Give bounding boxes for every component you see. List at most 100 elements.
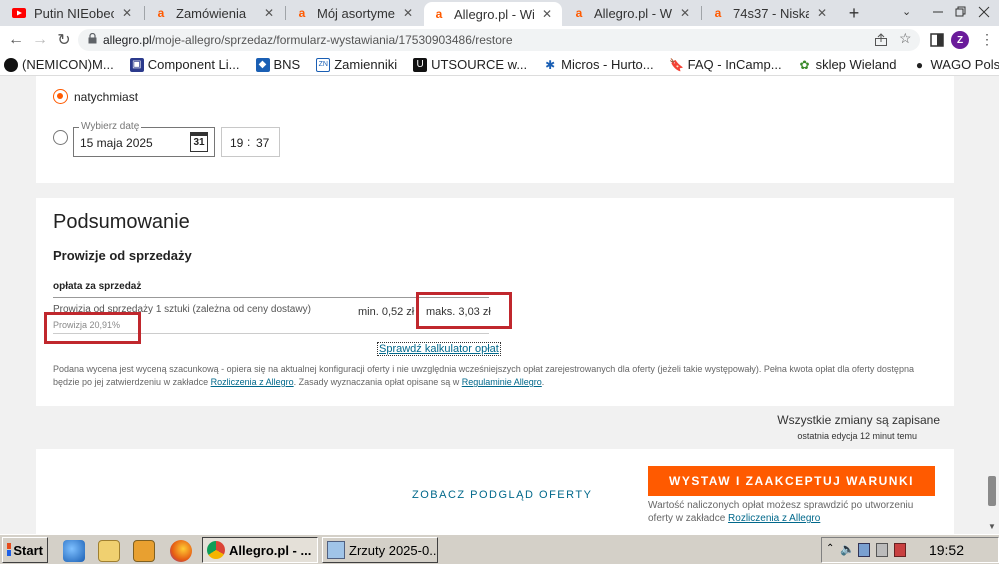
kebab-menu-icon[interactable]: ⋮ — [980, 31, 994, 47]
taskbar-window-1[interactable]: Zrzuty 2025-0... — [322, 537, 438, 563]
scroll-down-arrow-icon[interactable]: ▼ — [988, 522, 996, 531]
tab-strip: Putin NIEobecny, ✕ a Zamówienia ✕ a Mój … — [0, 0, 999, 26]
tab-title: Zamówienia — [176, 5, 247, 21]
firefox-icon[interactable] — [170, 540, 192, 562]
paint-icon — [327, 541, 345, 559]
network-icon[interactable] — [858, 543, 870, 557]
bookmark-4[interactable]: U UTSOURCE w... — [409, 57, 527, 72]
bookmark-7[interactable]: ✿ sklep Wieland — [794, 57, 897, 72]
close-icon[interactable]: ✕ — [401, 6, 415, 20]
calendar-icon[interactable]: 31 — [190, 132, 208, 152]
close-icon[interactable]: ✕ — [262, 6, 276, 20]
utsource-icon: U — [413, 57, 428, 72]
submit-offer-button[interactable]: WYSTAW I ZAAKCEPTUJ WARUNKI — [648, 466, 935, 496]
time-minute[interactable]: 37 — [256, 136, 269, 150]
tab-title: Allegro.pl - Więce — [594, 5, 672, 21]
tab-3-active[interactable]: a Allegro.pl - Więce ✕ — [424, 2, 562, 26]
date-field-value: 15 maja 2025 — [80, 136, 153, 150]
taskbar-window-0[interactable]: Allegro.pl - ... — [202, 537, 318, 563]
bookmark-label: sklep Wieland — [815, 57, 897, 72]
preview-offer-button[interactable]: ZOBACZ PODGLĄD OFERTY — [412, 489, 592, 501]
nemicon-icon — [4, 57, 18, 72]
component-icon: ▣ — [129, 57, 144, 72]
internet-explorer-icon[interactable] — [63, 540, 85, 562]
bookmark-0[interactable]: (NEMICON)M... — [0, 57, 114, 72]
tab-1[interactable]: a Zamówienia ✕ — [146, 0, 284, 26]
start-button[interactable]: Start — [2, 537, 48, 563]
billing-link[interactable]: Rozliczenia z Allegro — [211, 377, 294, 387]
billing-link[interactable]: Rozliczenia z Allegro — [728, 513, 820, 524]
scrollbar-thumb[interactable] — [988, 476, 996, 506]
bookmark-2[interactable]: ◆ BNS — [252, 57, 300, 72]
forward-arrow-icon[interactable]: → — [30, 30, 50, 50]
restore-icon[interactable] — [952, 4, 968, 20]
tab-title: Allegro.pl - Więce — [454, 6, 534, 22]
date-field[interactable]: Wybierz datę 15 maja 2025 31 — [73, 121, 215, 157]
security-icon[interactable] — [894, 543, 906, 557]
tab-4[interactable]: a Allegro.pl - Więce ✕ — [564, 0, 700, 26]
highlight-commission-rate — [44, 312, 141, 344]
side-panel-icon[interactable] — [930, 33, 944, 47]
tab-2[interactable]: a Mój asortyment - ✕ — [287, 0, 423, 26]
disclaimer-text: . Zasady wyznaczania opłat opisane są w — [293, 377, 462, 387]
time-hour[interactable]: 19 — [230, 136, 243, 150]
reload-icon[interactable]: ↻ — [54, 30, 74, 50]
radio-now[interactable] — [53, 89, 68, 104]
fee-table-header: opłata za sprzedaż — [53, 281, 142, 292]
start-label: Start — [13, 542, 43, 558]
radio-date[interactable] — [53, 130, 68, 145]
device-icon[interactable] — [876, 543, 888, 557]
profile-avatar[interactable]: Z — [951, 31, 969, 49]
star-icon[interactable]: ☆ — [899, 30, 912, 47]
tray-expand-icon[interactable]: ⌃ — [826, 543, 834, 554]
bookmark-1[interactable]: ▣ Component Li... — [126, 57, 240, 72]
last-edit-time: ostatnia edycja 12 minut temu — [797, 431, 917, 441]
taskbar-window-label: Zrzuty 2025-0... — [349, 542, 438, 558]
allegro-icon: a — [157, 6, 165, 20]
window-close-icon[interactable] — [976, 4, 992, 20]
tab-title: Putin NIEobecny, — [34, 5, 114, 21]
address-bar[interactable]: allegro.pl/moje-allegro/sprzedaz/formula… — [78, 29, 920, 51]
actions-card: ZOBACZ PODGLĄD OFERTY WYSTAW I ZAAKCEPTU… — [36, 449, 954, 534]
media-player-icon[interactable] — [133, 540, 155, 562]
chrome-icon — [207, 541, 225, 559]
allegro-icon: a — [575, 6, 583, 20]
radio-now-label: natychmiast — [74, 90, 139, 104]
share-icon[interactable] — [874, 33, 888, 47]
faq-icon: 🔖 — [669, 57, 685, 72]
taskbar-window-label: Allegro.pl - ... — [229, 542, 312, 558]
bookmark-5[interactable]: ✱ Micros - Hurto... — [539, 57, 654, 72]
summary-title: Podsumowanie — [53, 211, 190, 233]
bookmark-label: (NEMICON)M... — [22, 57, 114, 72]
tab-5[interactable]: a 74s37 - Niska cen ✕ — [703, 0, 837, 26]
bns-icon: ◆ — [255, 57, 270, 72]
bookmark-6[interactable]: 🔖 FAQ - InCamp... — [666, 57, 781, 72]
scrollbar[interactable]: ▼ — [985, 76, 999, 534]
time-separator: : — [247, 135, 251, 149]
volume-icon[interactable]: 🔈 — [840, 542, 855, 556]
regulations-link[interactable]: Regulaminie Allegro — [462, 377, 542, 387]
time-field[interactable]: 19 : 37 — [221, 127, 280, 157]
tab-0[interactable]: Putin NIEobecny, ✕ — [4, 0, 142, 26]
taskbar: Start Allegro.pl - ... Zrzuty 2025-0... … — [0, 534, 999, 564]
youtube-icon — [12, 6, 26, 20]
back-arrow-icon[interactable]: ← — [6, 30, 26, 50]
close-icon[interactable]: ✕ — [678, 6, 692, 20]
close-icon[interactable]: ✕ — [120, 6, 134, 20]
bookmark-3[interactable]: ZN Zamienniki — [312, 57, 397, 72]
new-tab-plus-icon[interactable]: + — [845, 3, 863, 23]
bookmark-8[interactable]: ●WAGO Polska — [909, 57, 999, 72]
fee-min-value: min. 0,52 zł — [358, 306, 415, 318]
close-icon[interactable]: ✕ — [815, 6, 829, 20]
fee-calculator-link[interactable]: Sprawdź kalkulator opłat — [377, 342, 501, 356]
browser-toolbar: ← → ↻ allegro.pl/moje-allegro/sprzedaz/f… — [0, 26, 999, 54]
tab-title: 74s37 - Niska cen — [733, 5, 809, 21]
bookmark-label: Component Li... — [147, 57, 240, 72]
folder-icon[interactable] — [98, 540, 120, 562]
tab-title: Mój asortyment - — [317, 5, 395, 21]
disclaimer-text: . — [541, 377, 545, 387]
close-icon[interactable]: ✕ — [540, 7, 554, 21]
chevron-down-icon[interactable]: ⌄ — [902, 5, 911, 18]
minimize-icon[interactable] — [930, 4, 946, 20]
clock: 19:52 — [928, 542, 964, 558]
